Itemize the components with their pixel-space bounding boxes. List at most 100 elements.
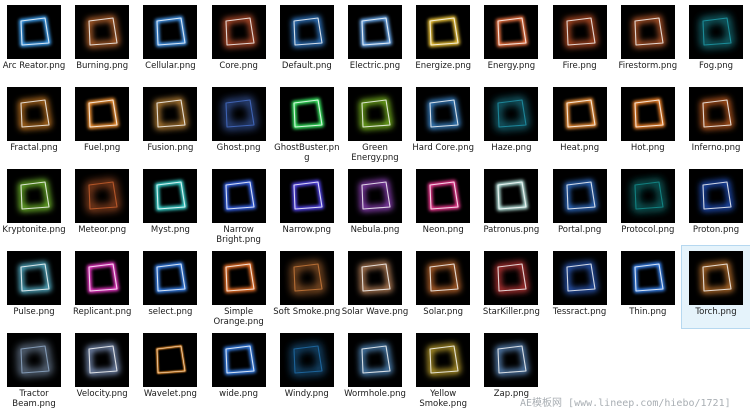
file-item[interactable]: Energy.png — [477, 0, 545, 82]
thumbnail-image — [7, 169, 61, 223]
file-item[interactable]: Fractal.png — [0, 82, 68, 164]
file-name: Neon.png — [422, 225, 464, 235]
file-name: Torch.png — [695, 307, 737, 317]
file-name: Fog.png — [698, 61, 734, 71]
file-item[interactable]: Patronus.png — [477, 164, 545, 246]
thumbnail-image — [348, 5, 402, 59]
file-item[interactable]: Hard Core.png — [409, 82, 477, 164]
file-name: Velocity.png — [76, 389, 128, 399]
thumbnail-image — [211, 169, 266, 223]
thumbnail-image — [7, 333, 61, 387]
file-item[interactable]: Solar.png — [409, 246, 477, 328]
file-item[interactable]: select.png — [136, 246, 204, 328]
thumbnail-image — [348, 333, 402, 387]
file-item[interactable]: Pulse.png — [0, 246, 68, 328]
thumbnail-image — [75, 87, 130, 141]
file-name: Solar.png — [423, 307, 464, 317]
file-grid: Arc Reator.png Burning.png Cellular.png Cor… — [0, 0, 750, 412]
thumbnail-image — [7, 87, 61, 141]
file-item[interactable]: Solar Wave.png — [341, 246, 409, 328]
thumbnail-image — [689, 5, 743, 59]
file-item[interactable]: Heat.png — [546, 82, 614, 164]
file-name: Fire.png — [562, 61, 597, 71]
file-item[interactable]: Replicant.png — [68, 246, 136, 328]
thumbnail-image — [348, 87, 402, 141]
thumbnail-image — [416, 333, 471, 387]
file-item[interactable]: Fuel.png — [68, 82, 136, 164]
file-item[interactable]: Narrow Bright.png — [205, 164, 273, 246]
thumbnail-image — [689, 87, 743, 141]
thumbnail-image — [7, 5, 61, 59]
file-item[interactable]: Neon.png — [409, 164, 477, 246]
thumbnail-image — [211, 333, 266, 387]
thumbnail-image — [552, 5, 607, 59]
thumbnail-image — [143, 5, 198, 59]
file-item[interactable]: Fog.png — [682, 0, 750, 82]
file-item[interactable]: Proton.png — [682, 164, 750, 246]
file-name: Tractor Beam.png — [12, 389, 56, 409]
file-item[interactable]: Core.png — [205, 0, 273, 82]
file-item[interactable]: Arc Reator.png — [0, 0, 68, 82]
thumbnail-image — [552, 251, 607, 305]
file-item[interactable]: Nebula.png — [341, 164, 409, 246]
thumbnail-image — [689, 251, 743, 305]
thumbnail-image — [75, 333, 130, 387]
file-item[interactable]: Meteor.png — [68, 164, 136, 246]
file-name: select.png — [148, 307, 193, 317]
file-item[interactable]: Haze.png — [477, 82, 545, 164]
file-item[interactable]: Velocity.png — [68, 328, 136, 410]
file-name: Portal.png — [557, 225, 602, 235]
file-item[interactable]: Cellular.png — [136, 0, 204, 82]
file-item[interactable]: Torch.png — [681, 245, 750, 329]
file-item[interactable]: Fire.png — [546, 0, 614, 82]
file-item[interactable]: Protocol.png — [614, 164, 682, 246]
file-name: Green Energy.png — [351, 143, 399, 163]
file-name: Thin.png — [629, 307, 667, 317]
file-name: Wormhole.png — [344, 389, 406, 399]
file-item[interactable]: Burning.png — [68, 0, 136, 82]
thumbnail-image — [279, 87, 334, 141]
file-name: Simple Orange.png — [213, 307, 264, 327]
file-name: Inferno.png — [691, 143, 741, 153]
file-item[interactable]: Thin.png — [614, 246, 682, 328]
file-item[interactable]: Fusion.png — [136, 82, 204, 164]
thumbnail-image — [484, 251, 539, 305]
file-item[interactable]: GhostBuster.png — [273, 82, 341, 164]
thumbnail-image — [484, 5, 539, 59]
file-item[interactable]: Soft Smoke.png — [273, 246, 341, 328]
thumbnail-image — [484, 333, 539, 387]
thumbnail-image — [689, 169, 743, 223]
file-item[interactable]: Kryptonite.png — [0, 164, 68, 246]
file-item[interactable]: Windy.png — [273, 328, 341, 410]
file-item[interactable]: Myst.png — [136, 164, 204, 246]
file-item[interactable]: StarKiller.png — [477, 246, 545, 328]
file-item[interactable]: Simple Orange.png — [205, 246, 273, 328]
file-item[interactable]: Yellow Smoke.png — [409, 328, 477, 410]
file-name: Arc Reator.png — [2, 61, 66, 71]
thumbnail-image — [620, 251, 675, 305]
file-item[interactable]: Inferno.png — [682, 82, 750, 164]
thumbnail-image — [143, 169, 198, 223]
file-item[interactable]: Hot.png — [614, 82, 682, 164]
file-name: Haze.png — [491, 143, 532, 153]
thumbnail-image — [7, 251, 61, 305]
file-item[interactable]: Wavelet.png — [136, 328, 204, 410]
file-item[interactable]: Portal.png — [546, 164, 614, 246]
file-item[interactable]: Ghost.png — [205, 82, 273, 164]
file-item[interactable]: Green Energy.png — [341, 82, 409, 164]
file-name: Wavelet.png — [143, 389, 197, 399]
file-item[interactable]: wide.png — [205, 328, 273, 410]
file-item[interactable]: Tessract.png — [546, 246, 614, 328]
file-name: Replicant.png — [73, 307, 132, 317]
file-name: wide.png — [219, 389, 258, 399]
file-item[interactable]: Narrow.png — [273, 164, 341, 246]
thumbnail-image — [416, 169, 471, 223]
file-item[interactable]: Tractor Beam.png — [0, 328, 68, 410]
file-item[interactable]: Electric.png — [341, 0, 409, 82]
file-item[interactable]: Firestorm.png — [614, 0, 682, 82]
file-item[interactable]: Wormhole.png — [341, 328, 409, 410]
file-name: Yellow Smoke.png — [419, 389, 467, 409]
watermark-text: AE模板网 [www.lineep.com/hiebo/1721] — [520, 398, 731, 409]
file-item[interactable]: Energize.png — [409, 0, 477, 82]
file-item[interactable]: Default.png — [273, 0, 341, 82]
